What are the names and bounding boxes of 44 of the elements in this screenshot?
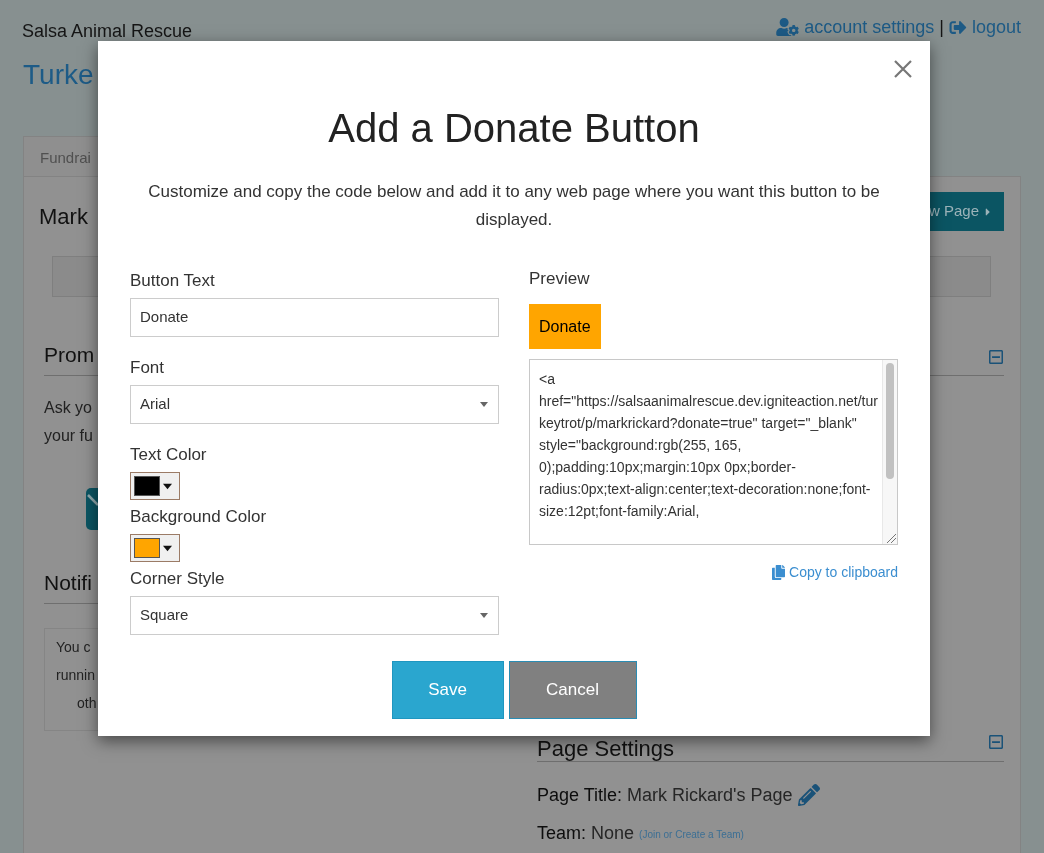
field-label: Corner Style	[130, 568, 225, 590]
field-label: Font	[130, 357, 165, 379]
link-separator: |	[939, 16, 944, 39]
caret-icon	[480, 613, 488, 618]
settings-label: Team:	[537, 822, 587, 845]
settings-value: Mark Rickard's Page	[627, 784, 793, 807]
save-button[interactable]: Save	[391, 661, 504, 719]
tile-icon[interactable]	[86, 488, 98, 530]
section-heading: Notifi	[44, 570, 92, 596]
field-label: Text Color	[130, 444, 207, 466]
color-picker-button[interactable]	[130, 534, 180, 562]
preview-label: Preview	[529, 268, 590, 290]
caret-icon	[480, 402, 488, 407]
settings-value: None	[591, 822, 635, 845]
section-heading: Prom	[44, 342, 95, 368]
copy-icon	[772, 564, 786, 580]
section-heading: Page Settings	[537, 737, 674, 761]
section-text: Ask yo your fu	[44, 398, 93, 446]
settings-label: Page Title:	[537, 784, 623, 807]
select-field[interactable]: Square	[130, 596, 499, 635]
code-field[interactable]: <a href="https://salsaanimalrescue.dev.igniteaction.net/turkeytrot/p/markrickard?donate=true" target="_blank" style="background:rgb(255, 165, 0);padding:10px;margin:10px 0px;border-radius:0px;text-align:center;text-decoration:none;font-size:12pt;font-family:Arial,	[529, 359, 898, 545]
site-name: Salsa Animal Rescue	[22, 20, 193, 43]
panel-heading: Mark	[39, 203, 88, 231]
logout-link[interactable]: logout	[948, 15, 1021, 39]
tab[interactable]: Fundrai	[23, 136, 98, 176]
field-label: Button Text	[130, 270, 215, 292]
copy-link[interactable]: Copy to clipboard	[772, 562, 898, 582]
preview-button[interactable]: Donate	[529, 304, 601, 349]
dialog-description: Customize and copy the code below and add it to any web page where you want this button to be displayed.	[147, 181, 881, 231]
section-text: You c runnin oth	[56, 638, 97, 713]
dialog-title: Add a Donate Button	[328, 105, 700, 152]
color-picker-button[interactable]	[130, 472, 180, 500]
account-settings-link[interactable]: account settings	[776, 15, 935, 39]
cancel-button[interactable]: Cancel	[508, 661, 637, 719]
caret-icon	[163, 544, 172, 552]
close-icon[interactable]	[894, 60, 912, 78]
sign-out-icon	[948, 18, 967, 36]
caret-icon	[163, 482, 172, 490]
select-field[interactable]: Arial	[130, 385, 499, 424]
user-gear-icon	[776, 18, 800, 36]
text-input[interactable]: Donate	[130, 298, 499, 337]
field-label: Background Color	[130, 506, 267, 528]
pencil-icon[interactable]	[797, 784, 820, 806]
page-title: Turke	[23, 58, 94, 92]
